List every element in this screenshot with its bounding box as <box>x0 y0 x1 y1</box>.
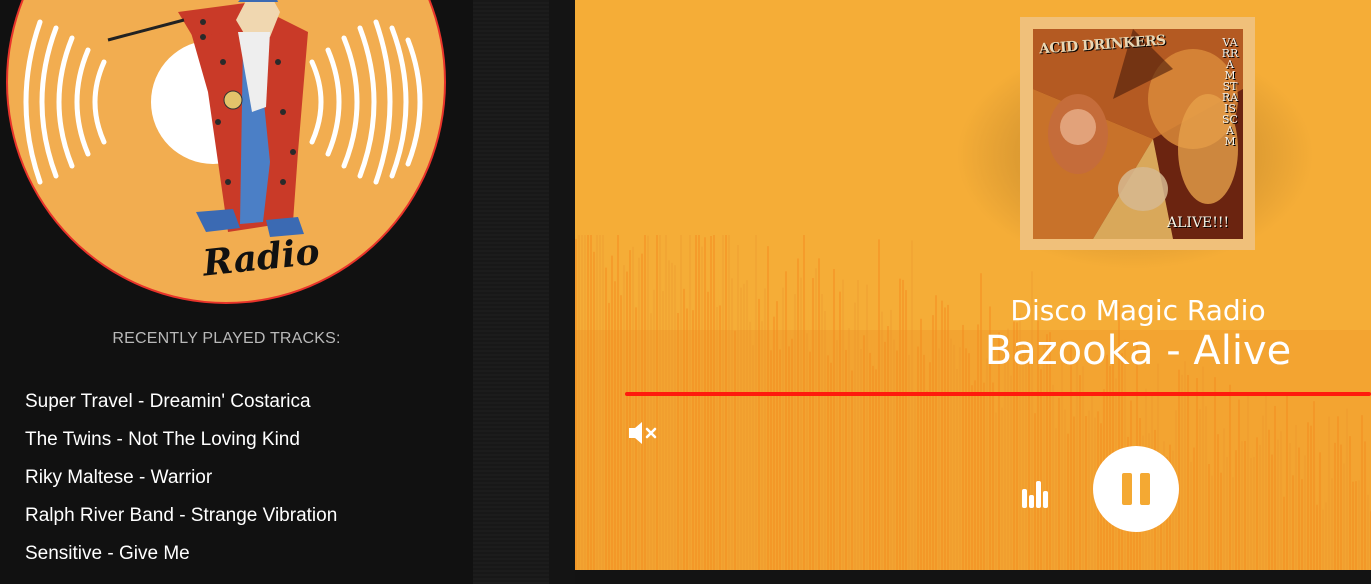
panel-gap <box>549 0 575 584</box>
station-name: Disco Magic Radio <box>1010 294 1266 327</box>
volume-mute-icon <box>629 422 657 444</box>
recent-track: The Twins - Not The Loving Kind <box>25 429 300 450</box>
recently-played-heading: RECENTLY PLAYED TRACKS: <box>112 330 341 347</box>
recent-track: Sensitive - Give Me <box>25 543 190 564</box>
panel-divider <box>473 0 549 584</box>
album-title-text: ALIVE!!! <box>1167 215 1230 231</box>
radio-player: ACID DRINKERS VARRAM STRAIS SCAM ALIVE!!… <box>575 0 1371 570</box>
recent-track: Riky Maltese - Warrior <box>25 467 213 488</box>
progress-bar[interactable] <box>625 392 1371 396</box>
logo-text: Radio <box>200 231 322 285</box>
volume-mute-button[interactable] <box>627 420 659 446</box>
sidebar: Radio RECENTLY PLAYED TRACKS: Super Trav… <box>0 0 473 584</box>
bottom-strip <box>575 570 1371 584</box>
album-art: ACID DRINKERS VARRAM STRAIS SCAM ALIVE!!… <box>1033 29 1243 239</box>
recently-played-list: Super Travel - Dreamin' Costarica The Tw… <box>25 391 337 581</box>
recent-track: Ralph River Band - Strange Vibration <box>25 505 338 526</box>
album-art-frame: ACID DRINKERS VARRAM STRAIS SCAM ALIVE!!… <box>1020 17 1255 250</box>
history-button[interactable] <box>1020 477 1052 509</box>
album-side-text: VARRAM STRAIS SCAM <box>1221 36 1239 148</box>
recent-track: Super Travel - Dreamin' Costarica <box>25 391 311 412</box>
bar-chart-icon <box>1022 481 1048 508</box>
station-logo: Radio <box>6 0 446 304</box>
play-pause-button[interactable] <box>1093 446 1179 532</box>
now-playing-title: Bazooka - Alive <box>984 328 1292 374</box>
